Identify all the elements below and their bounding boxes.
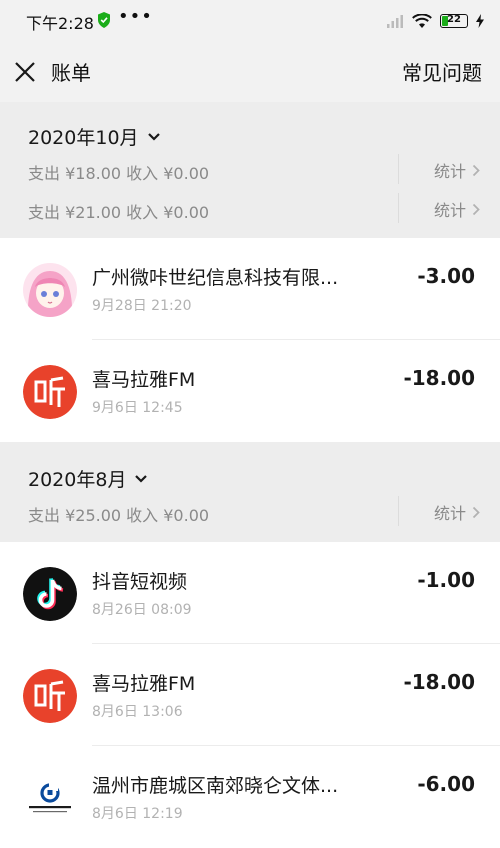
merchant-name: 喜马拉雅FM	[92, 673, 196, 695]
chevron-right-icon	[472, 506, 480, 518]
close-icon[interactable]	[14, 61, 36, 83]
ccb-bank-icon	[23, 771, 77, 825]
chevron-right-icon	[472, 203, 480, 215]
stats-link[interactable]: 统计	[434, 197, 480, 221]
transaction-amount: -6.00	[417, 772, 475, 796]
transaction-time: 9月28日 21:20	[92, 298, 192, 314]
merchant-name: 喜马拉雅FM	[92, 369, 196, 391]
transaction-time: 8月26日 08:09	[92, 602, 192, 618]
anime-avatar-icon	[23, 263, 77, 317]
chevron-right-icon	[472, 164, 480, 176]
transaction-amount: -3.00	[417, 264, 475, 288]
shield-icon	[98, 12, 110, 28]
transaction-row[interactable]: 广州微咔世纪信息科技有限... 9月28日 21:20 -3.00	[0, 238, 500, 340]
divider	[398, 193, 399, 223]
divider	[398, 496, 399, 526]
battery-icon: 22	[440, 14, 468, 28]
chevron-down-icon	[135, 474, 148, 483]
month-header-aug: 2020年8月 支出 ¥25.00 收入 ¥0.00 统计	[0, 442, 500, 542]
stats-label: 统计	[433, 162, 466, 181]
ximalaya-icon	[23, 365, 77, 419]
month-title: 2020年8月	[28, 469, 127, 491]
status-more-dots: •••	[118, 6, 153, 27]
ximalaya-icon	[23, 669, 77, 723]
divider	[398, 154, 399, 184]
transaction-time: 8月6日 12:19	[92, 806, 183, 822]
transaction-row[interactable]: 抖音短视频 8月26日 08:09 -1.00	[0, 542, 500, 644]
month-summary: 支出 ¥18.00 收入 ¥0.00	[28, 164, 210, 183]
transaction-time: 9月6日 12:45	[92, 400, 183, 416]
month-title: 2020年10月	[28, 127, 139, 149]
month-summary: 支出 ¥21.00 收入 ¥0.00	[28, 203, 210, 222]
douyin-icon	[23, 567, 77, 621]
transaction-row[interactable]: 温州市鹿城区南郊晓仑文体... 8月6日 12:19 -6.00	[0, 746, 500, 848]
transaction-amount: -18.00	[403, 366, 475, 390]
stats-link[interactable]: 统计	[434, 500, 480, 524]
status-bar: 下午2:28 ••• 22	[0, 0, 500, 42]
month-selector[interactable]: 2020年8月	[28, 465, 148, 492]
status-time: 下午2:28	[26, 14, 94, 33]
page-title: 账单	[51, 61, 91, 85]
battery-level: 22	[447, 14, 461, 25]
month-selector[interactable]: 2020年10月	[28, 123, 161, 150]
charging-icon	[476, 14, 484, 28]
stats-link[interactable]: 统计	[434, 158, 480, 182]
transaction-time: 8月6日 13:06	[92, 704, 183, 720]
chevron-down-icon	[147, 132, 160, 141]
stats-label: 统计	[433, 201, 466, 220]
faq-link[interactable]: 常见问题	[402, 57, 482, 86]
merchant-name: 广州微咔世纪信息科技有限...	[92, 267, 339, 289]
status-icons: 22	[386, 11, 484, 31]
transaction-amount: -1.00	[417, 568, 475, 592]
stats-label: 统计	[433, 504, 466, 523]
transaction-row[interactable]: 喜马拉雅FM 9月6日 12:45 -18.00	[0, 340, 500, 442]
signal-icon	[387, 15, 403, 28]
transaction-row[interactable]: 喜马拉雅FM 8月6日 13:06 -18.00	[0, 644, 500, 746]
merchant-name: 抖音短视频	[92, 571, 188, 593]
nav-bar: 账单 常见问题	[0, 42, 500, 102]
month-header-oct: 2020年10月 支出 ¥18.00 收入 ¥0.00 统计 支出 ¥21.00…	[0, 102, 500, 238]
merchant-name: 温州市鹿城区南郊晓仑文体...	[92, 775, 339, 797]
month-summary: 支出 ¥25.00 收入 ¥0.00	[28, 506, 210, 525]
wifi-icon	[412, 13, 432, 28]
transaction-amount: -18.00	[403, 670, 475, 694]
